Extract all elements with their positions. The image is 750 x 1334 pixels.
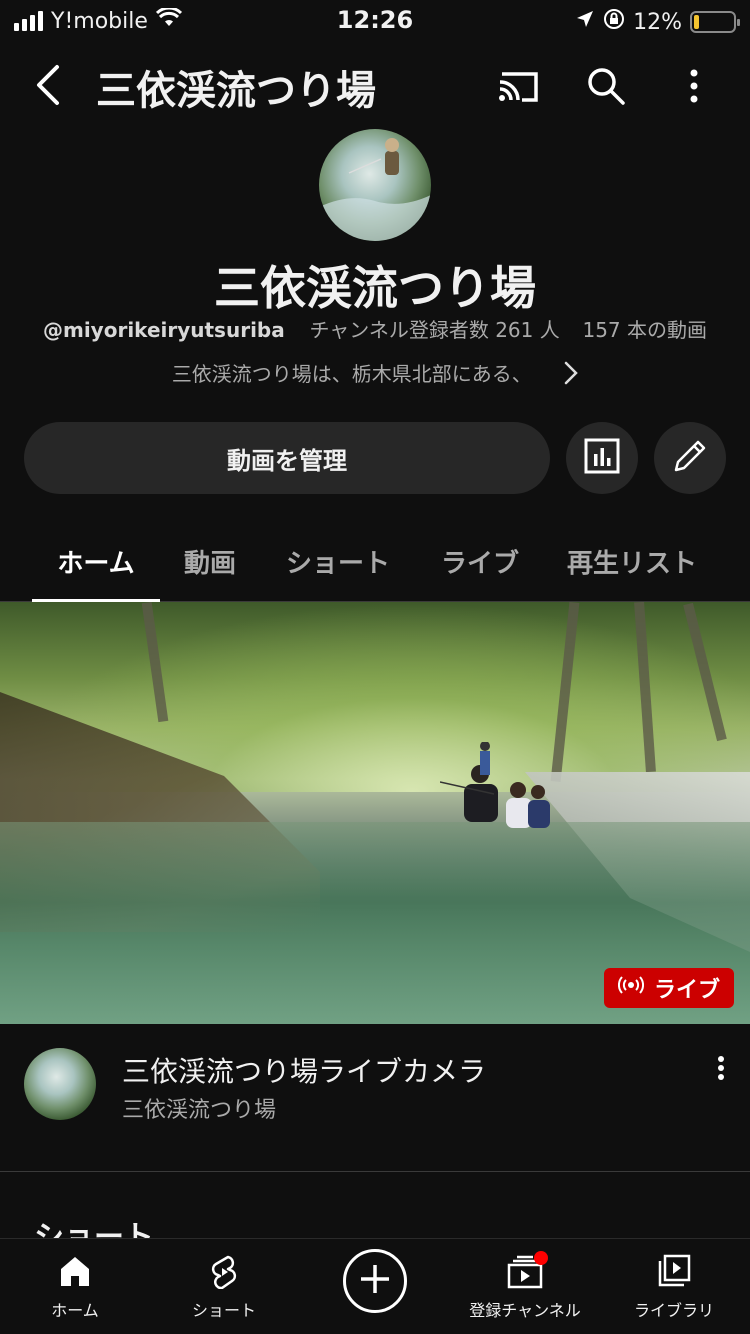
create-plus-icon [357,1261,393,1301]
nav-subscriptions[interactable]: 登録チャンネル [455,1239,595,1334]
subscriber-count: チャンネル登録者数 261 人 [309,318,560,342]
manage-videos-button[interactable]: 動画を管理 [24,422,550,494]
cast-icon[interactable] [494,62,542,110]
back-chevron-icon[interactable] [28,60,68,110]
nav-shorts-label: ショート [191,1301,256,1320]
analytics-button[interactable] [566,422,638,494]
battery-icon [690,11,740,33]
analytics-icon [584,438,620,478]
channel-meta: @miyorikeiryutsuriba チャンネル登録者数 261 人 157… [0,314,750,343]
nav-shorts[interactable]: ショート [174,1239,274,1334]
home-icon [57,1253,93,1293]
nav-home-label: ホーム [51,1301,99,1320]
battery-percent: 12% [633,9,682,35]
tab-live[interactable]: ライブ [428,520,532,602]
edit-button[interactable] [654,422,726,494]
video-more-icon[interactable] [706,1050,736,1086]
nav-home[interactable]: ホーム [25,1239,125,1334]
app-bar-title: 三依渓流つり場 [96,68,376,114]
channel-avatar[interactable] [319,129,431,241]
channel-handle: @miyorikeiryutsuriba [42,318,285,342]
library-icon [656,1253,692,1293]
tab-home[interactable]: ホーム [32,520,160,603]
tab-shorts[interactable]: ショート [274,520,402,602]
nav-library-label: ライブラリ [633,1301,714,1320]
video-title[interactable]: 三依渓流つり場ライブカメラ [122,1050,486,1090]
channel-description[interactable]: 三依渓流つり場は、栃木県北部にある、 [0,358,750,390]
edit-pencil-icon [672,438,708,478]
chevron-right-icon [564,361,578,390]
video-count: 157 本の動画 [582,318,707,342]
create-button[interactable] [343,1249,407,1313]
video-channel-name: 三依渓流つり場 [122,1098,277,1123]
tab-playlists[interactable]: 再生リスト [556,520,708,602]
nav-library[interactable]: ライブラリ [624,1239,724,1334]
live-badge-label: ライブ [653,978,720,1003]
tab-videos[interactable]: 動画 [170,520,250,602]
channel-tabs: ホーム 動画 ショート ライブ 再生リスト [0,520,750,603]
live-broadcast-icon [617,975,644,1001]
status-right: 12% [575,8,740,36]
search-icon[interactable] [582,62,630,110]
notification-dot [534,1251,548,1265]
more-vert-icon[interactable] [670,62,718,110]
nav-subscriptions-label: 登録チャンネル [469,1301,581,1320]
video-channel-avatar[interactable] [24,1048,96,1120]
location-arrow-icon [575,9,595,35]
thumbnail-people [440,742,550,828]
channel-description-text: 三依渓流つり場は、栃木県北部にある、 [171,362,532,386]
top-app-bar: 三依渓流つり場 [0,42,750,128]
bottom-navigation: ホーム ショート 登録チャンネル ライブラリ [0,1238,750,1334]
live-badge: ライブ [603,968,734,1008]
channel-name: 三依渓流つり場 [214,261,536,315]
shorts-icon [206,1253,242,1293]
featured-video-info[interactable]: 三依渓流つり場ライブカメラ 三依渓流つり場 [0,1024,750,1172]
status-bar: Y!mobile 12:26 12% [0,0,750,42]
featured-video-thumbnail[interactable]: ライブ [0,602,750,1024]
orientation-lock-icon [603,8,625,36]
